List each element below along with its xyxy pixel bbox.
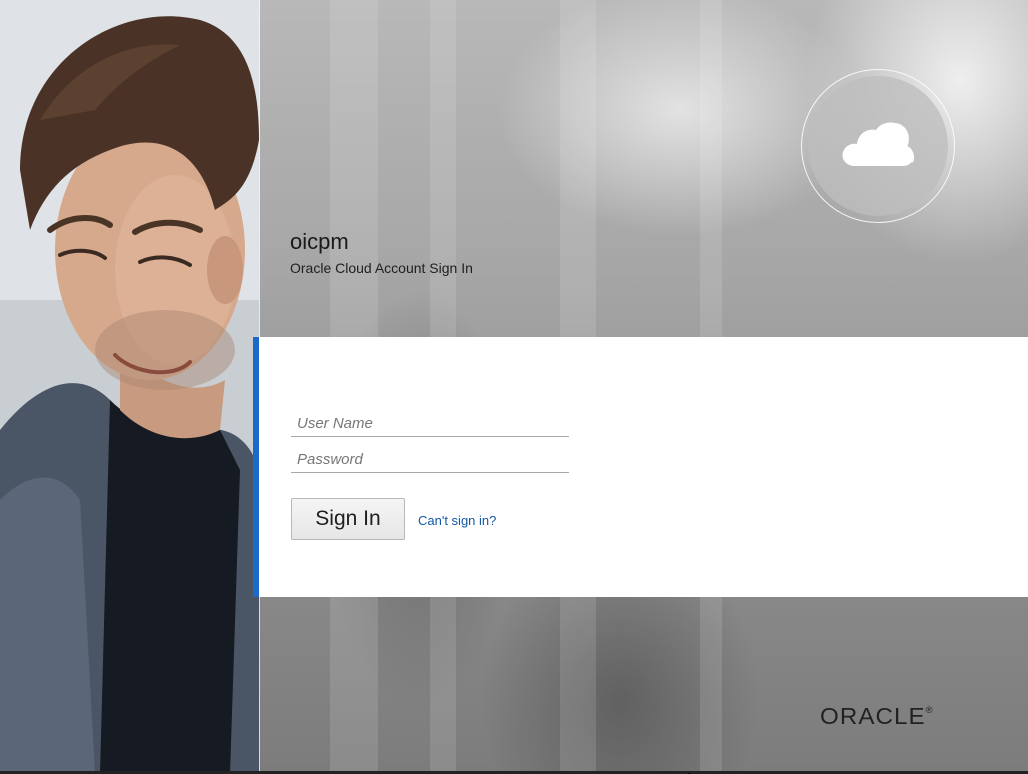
cloud-icon <box>839 116 917 176</box>
oracle-logo: ORACLE® <box>820 703 934 730</box>
sign-in-page: oicpm Oracle Cloud Account Sign In Sign … <box>0 0 1028 774</box>
page-title: oicpm <box>290 229 349 254</box>
portrait-image <box>0 0 260 774</box>
oracle-logo-text: ORACLE <box>820 703 926 729</box>
password-input[interactable] <box>291 447 569 473</box>
username-input[interactable] <box>291 411 569 437</box>
cant-sign-in-link[interactable]: Can't sign in? <box>418 513 496 528</box>
sign-in-panel: Sign In Can't sign in? <box>253 337 1028 597</box>
sign-in-button[interactable]: Sign In <box>291 498 405 540</box>
cloud-badge <box>801 69 955 223</box>
registered-mark: ® <box>925 705 934 715</box>
mouse-cursor-icon <box>688 766 698 774</box>
page-subtitle: Oracle Cloud Account Sign In <box>290 260 473 276</box>
